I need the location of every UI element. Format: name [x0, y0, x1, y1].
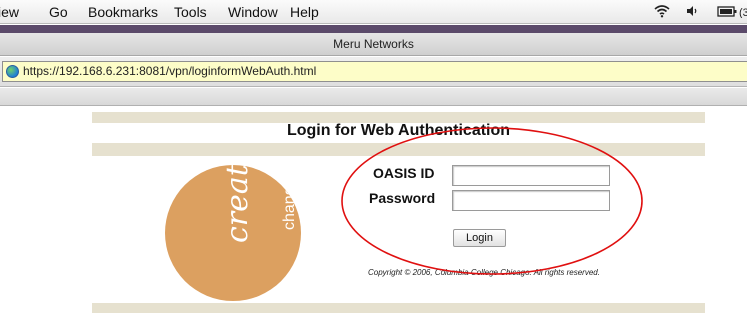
battery-icon[interactable]: (3 — [717, 4, 747, 21]
logo-create-text: create. . . — [220, 165, 255, 243]
url-text: https://192.168.6.231:8081/vpn/loginform… — [23, 64, 317, 78]
menu-bookmarks[interactable]: Bookmarks — [88, 4, 158, 20]
volume-icon[interactable] — [685, 4, 699, 21]
svg-text:(3: (3 — [739, 7, 747, 18]
window-titlebar: Meru Networks — [0, 33, 747, 56]
globe-icon — [6, 65, 19, 78]
menu-help[interactable]: Help — [290, 4, 319, 20]
address-toolbar: https://192.168.6.231:8081/vpn/loginform… — [0, 57, 747, 87]
window-title: Meru Networks — [333, 37, 414, 51]
menu-tools[interactable]: Tools — [174, 4, 207, 20]
oasis-id-label: OASIS ID — [373, 165, 435, 181]
wifi-icon[interactable] — [654, 4, 670, 21]
menu-bar: iew Go Bookmarks Tools Window Help (3 — [0, 0, 747, 24]
desktop-strip — [0, 25, 747, 33]
menu-go[interactable]: Go — [49, 4, 68, 20]
password-field[interactable] — [452, 190, 610, 211]
copyright-text: Copyright © 2006, Columbia College Chica… — [368, 268, 600, 277]
login-button[interactable]: Login — [453, 229, 506, 247]
divider-band — [92, 143, 705, 156]
url-field[interactable]: https://192.168.6.231:8081/vpn/loginform… — [2, 61, 747, 82]
footer-band — [92, 303, 705, 313]
logo-change-text: change — [281, 177, 298, 231]
page-title: Login for Web Authentication — [286, 122, 511, 139]
bookmarks-toolbar — [0, 88, 747, 106]
create-change-logo: create. . . change — [165, 165, 301, 301]
menu-view[interactable]: iew — [0, 4, 19, 20]
password-label: Password — [369, 190, 436, 206]
oasis-id-field[interactable] — [452, 165, 610, 186]
menu-window[interactable]: Window — [228, 4, 278, 20]
